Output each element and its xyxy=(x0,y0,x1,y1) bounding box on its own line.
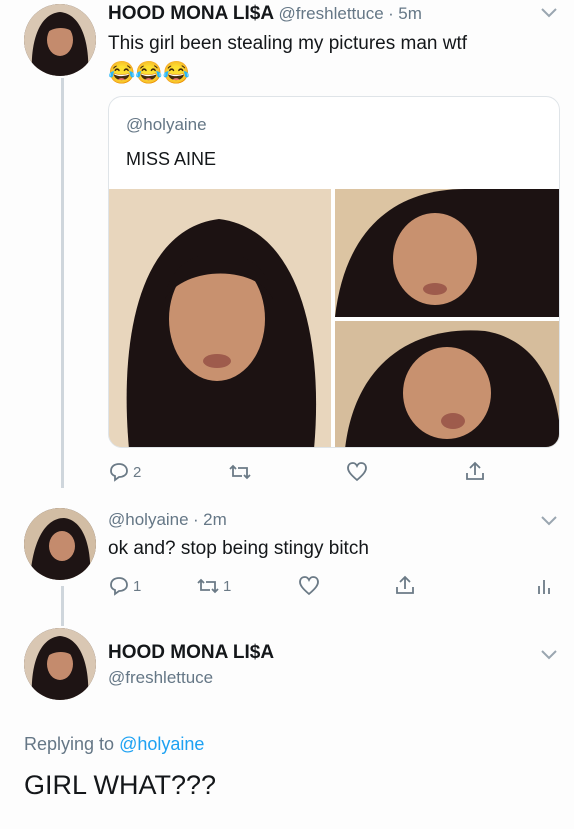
thread-line xyxy=(61,586,64,626)
quoted-tweet[interactable]: @holyaine MISS AINE xyxy=(108,96,560,448)
handle[interactable]: @freshlettuce xyxy=(279,4,384,23)
share-icon xyxy=(396,575,414,594)
avatar[interactable] xyxy=(24,628,96,700)
display-name[interactable]: HOOD MONA LI$A xyxy=(108,3,274,24)
display-name[interactable]: HOOD MONA LI$A xyxy=(108,642,274,664)
replying-prefix: Replying to xyxy=(24,734,115,754)
like-button[interactable] xyxy=(346,462,368,482)
chevron-down-icon[interactable] xyxy=(540,6,558,24)
quote-text: MISS AINE xyxy=(126,149,217,169)
like-icon xyxy=(299,576,319,596)
reply-count: 1 xyxy=(133,577,142,595)
timestamp[interactable]: 2m xyxy=(203,510,227,529)
quote-handle: @holyaine xyxy=(126,115,207,134)
replying-to: Replying to @holyaine xyxy=(24,734,204,755)
reply-icon xyxy=(110,463,128,482)
tweet-text: ok and? stop being stingy bitch xyxy=(108,538,369,559)
thread-line xyxy=(61,78,64,488)
share-button[interactable] xyxy=(394,574,416,596)
like-button[interactable] xyxy=(298,576,320,596)
photo[interactable] xyxy=(335,321,559,447)
avatar[interactable] xyxy=(24,4,96,76)
retweet-button[interactable]: 1 xyxy=(196,576,231,596)
handle[interactable]: @holyaine xyxy=(108,510,189,529)
emoji-row: 😂😂😂 xyxy=(108,60,191,85)
retweet-button[interactable] xyxy=(228,462,255,482)
analytics-button[interactable] xyxy=(536,576,552,596)
tweet-header: HOOD MONA LI$A @freshlettuce · 5m xyxy=(108,3,422,24)
retweet-icon xyxy=(229,464,251,480)
reply-count: 2 xyxy=(133,463,142,481)
reply-button[interactable]: 2 xyxy=(108,462,141,482)
reply-button[interactable]: 1 xyxy=(108,576,141,596)
share-icon xyxy=(466,461,484,480)
chevron-down-icon[interactable] xyxy=(540,514,558,532)
retweet-count: 1 xyxy=(223,577,232,595)
handle[interactable]: @freshlettuce xyxy=(108,668,213,688)
analytics-icon xyxy=(538,580,550,594)
tweet-header: @holyaine · 2m xyxy=(108,510,227,529)
reply-icon xyxy=(110,577,128,596)
mention-link[interactable]: @holyaine xyxy=(119,734,204,754)
share-button[interactable] xyxy=(464,460,486,482)
timestamp[interactable]: 5m xyxy=(398,4,422,23)
tweet-text: This girl been stealing my pictures man … xyxy=(108,33,468,54)
photo[interactable] xyxy=(109,189,331,447)
avatar[interactable] xyxy=(24,508,96,580)
retweet-icon xyxy=(197,578,219,594)
like-icon xyxy=(347,462,367,482)
chevron-down-icon[interactable] xyxy=(540,648,558,666)
tweet-text: GIRL WHAT??? xyxy=(24,770,217,800)
photo[interactable] xyxy=(335,189,559,317)
